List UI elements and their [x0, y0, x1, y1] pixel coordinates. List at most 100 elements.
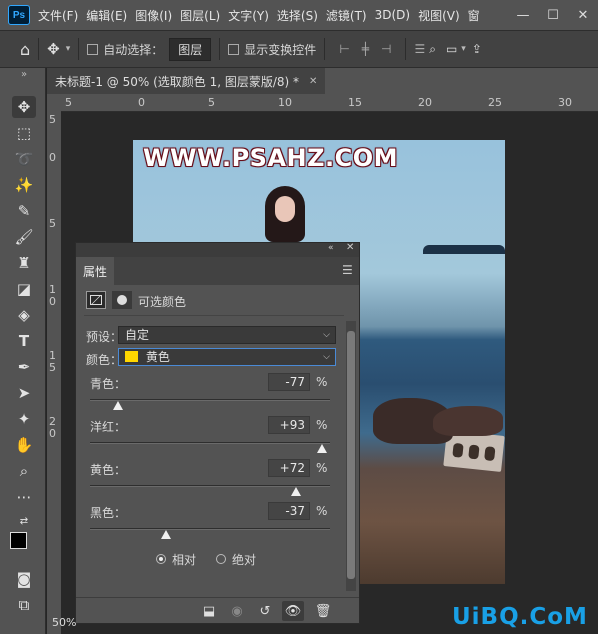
panel-header: « ✕	[76, 242, 359, 257]
type-tool-icon[interactable]: T	[12, 330, 36, 352]
slider-thumb[interactable]	[160, 530, 171, 539]
island-shape	[423, 245, 505, 254]
colors-dropdown[interactable]: 黄色 ⌵	[118, 348, 336, 366]
marquee-tool-icon[interactable]: ⬚	[12, 122, 36, 144]
slider-track[interactable]	[90, 528, 330, 530]
close-icon[interactable]: ✕	[346, 242, 354, 253]
clip-to-layer-icon[interactable]: ⬓	[198, 601, 220, 621]
slider-label: 洋红：	[90, 420, 127, 434]
maximize-button[interactable]: ☐	[538, 8, 568, 23]
pen-tool-icon[interactable]: ✒	[12, 356, 36, 378]
zoom-tool-icon[interactable]: ⌕	[12, 460, 36, 482]
search-icon[interactable]: ⌕	[429, 42, 436, 57]
menu-select[interactable]: 选择(S)	[277, 7, 318, 24]
layer-mask-icon[interactable]	[112, 291, 132, 309]
document-tab-bar: 未标题-1 @ 50% (选取颜色 1, 图层蒙版/8) * ✕	[47, 68, 598, 94]
collapse-panel-icon[interactable]: »	[12, 68, 36, 80]
preset-label: 预设：	[86, 330, 123, 344]
auto-select-checkbox[interactable]	[87, 43, 99, 55]
adjustment-layer-icon[interactable]	[86, 291, 106, 309]
zoom-level[interactable]: 50%	[52, 616, 76, 629]
slider-thumb[interactable]	[316, 444, 327, 453]
screen-mode-icon[interactable]: ⧉	[12, 594, 36, 616]
slider-value-input[interactable]: +72	[268, 459, 310, 477]
ruler-label: 2 0	[49, 415, 56, 440]
share-icon[interactable]: ⇪	[472, 42, 482, 56]
scrollbar-thumb[interactable]	[347, 331, 355, 579]
panel-menu-icon[interactable]: ☰	[342, 263, 353, 277]
view-previous-icon[interactable]: ◉	[226, 601, 248, 621]
absolute-radio[interactable]	[216, 554, 226, 564]
menu-image[interactable]: 图像(I)	[135, 7, 172, 24]
align-center-icon[interactable]: ╪	[362, 42, 369, 56]
brush-tool-icon[interactable]: 🖌	[12, 226, 36, 248]
slider-track[interactable]	[90, 442, 330, 444]
slider-value-input[interactable]: -37	[268, 502, 310, 520]
slider-thumb[interactable]	[112, 401, 123, 410]
tab-properties[interactable]: 属性	[76, 257, 114, 285]
visibility-eye-icon[interactable]: 👁	[282, 601, 304, 621]
menu-layer[interactable]: 图层(L)	[180, 7, 220, 24]
auto-select-label: 自动选择：	[103, 42, 164, 57]
chevron-down-icon[interactable]: ▾	[461, 44, 466, 54]
home-icon[interactable]: ⌂	[20, 40, 30, 59]
relative-label: 相对	[172, 553, 197, 567]
ruler-label: 1 5	[49, 349, 56, 374]
menu-filter[interactable]: 滤镜(T)	[326, 7, 367, 24]
more-tools-icon[interactable]: ⋯	[12, 486, 36, 508]
swap-colors-icon[interactable]: ⇄	[12, 510, 36, 532]
shape-tool-icon[interactable]: ✦	[12, 408, 36, 430]
foreground-color-swatch[interactable]	[10, 532, 27, 549]
stamp-tool-icon[interactable]: ♜	[12, 252, 36, 274]
menu-type[interactable]: 文字(Y)	[228, 7, 269, 24]
move-tool-icon[interactable]: ✥	[12, 96, 36, 118]
auto-select-target-dropdown[interactable]: 图层	[169, 37, 212, 61]
ruler-label: 5	[49, 113, 56, 126]
preset-dropdown[interactable]: 自定 ⌵	[118, 326, 336, 344]
magic-wand-tool-icon[interactable]: ✨	[12, 174, 36, 196]
show-transform-checkbox[interactable]	[228, 43, 240, 55]
slider-track[interactable]	[90, 399, 330, 401]
chevron-down-icon[interactable]: ▾	[66, 44, 71, 54]
divider	[38, 38, 40, 60]
move-tool-icon[interactable]: ✥	[47, 40, 60, 58]
eraser-tool-icon[interactable]: ◪	[12, 278, 36, 300]
eyedropper-tool-icon[interactable]: ✎	[12, 200, 36, 222]
slider-value-input[interactable]: -77	[268, 373, 310, 391]
slider-value-input[interactable]: +93	[268, 416, 310, 434]
ruler-label: 30	[558, 96, 572, 109]
slider-thumb[interactable]	[291, 487, 302, 496]
ruler-label: 25	[488, 96, 502, 109]
document-tab-title: 未标题-1 @ 50% (选取颜色 1, 图层蒙版/8) *	[55, 74, 300, 89]
align-right-icon[interactable]: ⊣	[381, 42, 391, 56]
close-tab-icon[interactable]: ✕	[309, 76, 317, 87]
menu-window[interactable]: 窗	[468, 7, 480, 24]
quick-mask-icon[interactable]: ◙	[12, 568, 36, 590]
close-window-button[interactable]: ✕	[568, 8, 598, 23]
photoshop-logo-icon: Ps	[8, 5, 30, 25]
panel-tab-bar: 属性 ☰	[76, 257, 359, 285]
collapse-icon[interactable]: «	[328, 243, 334, 253]
menu-edit[interactable]: 编辑(E)	[86, 7, 127, 24]
menu-view[interactable]: 视图(V)	[418, 7, 460, 24]
colors-label: 颜色：	[86, 353, 123, 367]
align-left-icon[interactable]: ⊢	[339, 42, 349, 56]
ruler-label: 20	[418, 96, 432, 109]
reset-icon[interactable]: ↺	[254, 601, 276, 621]
show-transform-label: 显示变换控件	[244, 42, 317, 57]
hand-tool-icon[interactable]: ✋	[12, 434, 36, 456]
document-tab[interactable]: 未标题-1 @ 50% (选取颜色 1, 图层蒙版/8) * ✕	[47, 68, 326, 94]
menu-file[interactable]: 文件(F)	[38, 7, 78, 24]
percent-unit: %	[316, 375, 328, 389]
minimize-button[interactable]: —	[508, 8, 538, 23]
distribute-icon[interactable]: ☰	[414, 42, 425, 56]
ruler-label: 0	[49, 151, 56, 164]
bucket-tool-icon[interactable]: ◈	[12, 304, 36, 326]
workspace-icon[interactable]: ▭	[446, 42, 457, 56]
menu-3d[interactable]: 3D(D)	[375, 8, 410, 22]
delete-icon[interactable]: 🗑	[312, 601, 334, 621]
panel-scrollbar[interactable]	[346, 321, 356, 591]
path-select-tool-icon[interactable]: ➤	[12, 382, 36, 404]
lasso-tool-icon[interactable]: ➰	[12, 148, 36, 170]
relative-radio[interactable]	[156, 554, 166, 564]
